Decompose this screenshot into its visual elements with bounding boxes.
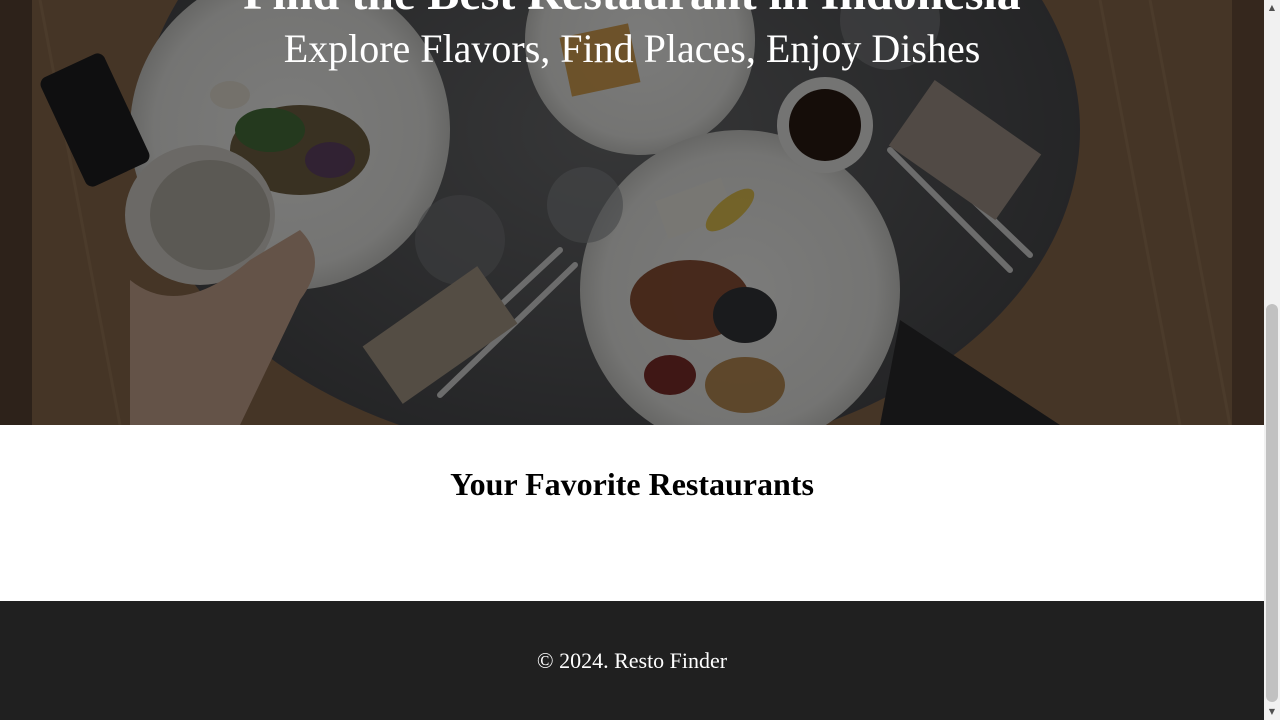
- vertical-scrollbar[interactable]: ▲ ▼: [1264, 0, 1280, 720]
- hero-title: Find the Best Restaurant in Indonesia: [0, 0, 1264, 18]
- favorites-heading: Your Favorite Restaurants: [450, 466, 814, 502]
- footer-copyright: © 2024. Resto Finder: [536, 648, 728, 673]
- hero-subtitle: Explore Flavors, Find Places, Enjoy Dish…: [283, 26, 981, 71]
- favorites-section: Your Favorite Restaurants: [0, 425, 1264, 601]
- triangle-up-icon[interactable]: ▲: [1264, 0, 1280, 16]
- page: Find the Best Restaurant in Indonesia Ex…: [0, 0, 1264, 720]
- footer: © 2024. Resto Finder: [0, 601, 1264, 720]
- triangle-down-icon[interactable]: ▼: [1264, 704, 1280, 720]
- hero-section: Find the Best Restaurant in Indonesia Ex…: [0, 0, 1264, 425]
- scrollbar-thumb[interactable]: [1266, 304, 1278, 702]
